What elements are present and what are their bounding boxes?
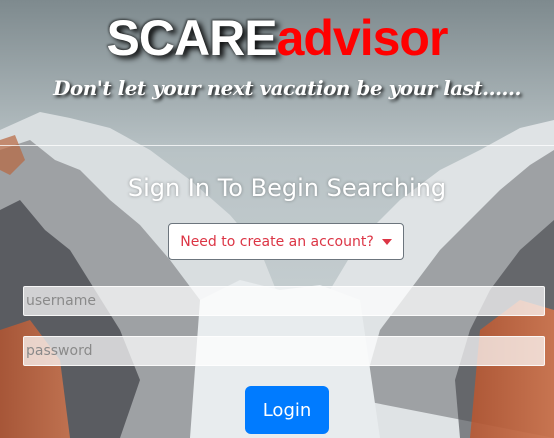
brand-logo: SCAREadvisor: [0, 8, 554, 68]
brand-name-scare: SCARE: [106, 10, 278, 66]
create-account-label: Need to create an account?: [180, 233, 374, 250]
brand-name-advisor: advisor: [276, 10, 449, 66]
brand-tagline: Don't let your next vacation be your las…: [53, 76, 521, 100]
header-divider: [0, 145, 554, 146]
create-account-dropdown[interactable]: Need to create an account?: [168, 223, 404, 260]
username-input[interactable]: [23, 286, 545, 316]
login-button[interactable]: Login: [245, 386, 329, 434]
sign-in-heading: Sign In To Begin Searching: [127, 174, 447, 202]
password-input[interactable]: [23, 336, 545, 366]
caret-down-icon: [381, 238, 392, 245]
